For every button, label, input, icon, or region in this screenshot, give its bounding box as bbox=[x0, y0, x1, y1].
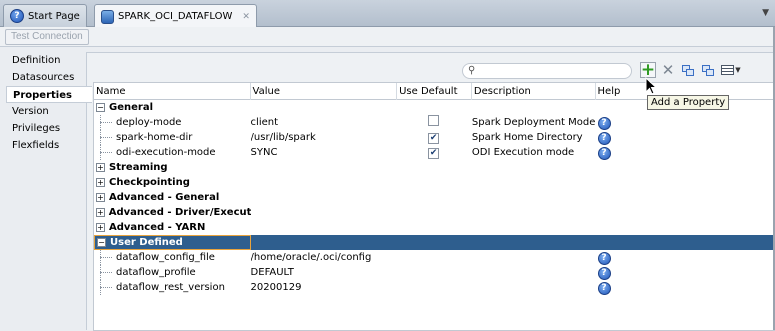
add-property-tooltip: Add a Property bbox=[647, 95, 730, 110]
expand-icon[interactable]: + bbox=[96, 223, 105, 232]
tab-start-page[interactable]: ? Start Page bbox=[3, 4, 87, 27]
expand-icon[interactable]: + bbox=[96, 208, 105, 217]
table-row[interactable]: + Advanced - Driver/Executo bbox=[94, 205, 775, 220]
table-row[interactable]: odi-execution-mode SYNC ✔ ODI Execution … bbox=[94, 145, 775, 160]
nav-item-privileges[interactable]: Privileges bbox=[6, 120, 86, 137]
nav-item-definition[interactable]: Definition bbox=[6, 52, 86, 69]
group-name: Checkpointing bbox=[109, 177, 190, 188]
help-icon: ? bbox=[10, 9, 24, 23]
side-navigation: Definition Datasources Properties Versio… bbox=[6, 52, 92, 154]
search-input[interactable]: ⚲ bbox=[462, 63, 632, 79]
property-value[interactable]: 20200129 bbox=[251, 280, 398, 295]
property-name: odi-execution-mode bbox=[116, 147, 216, 158]
expand-icon[interactable]: + bbox=[96, 163, 105, 172]
help-icon[interactable]: ? bbox=[597, 267, 611, 280]
columns-icon[interactable]: ▼ bbox=[720, 62, 742, 78]
table-row-selected[interactable]: − User Defined bbox=[94, 235, 775, 250]
close-icon[interactable]: ✕ bbox=[242, 12, 250, 22]
table-row[interactable]: deploy-mode client Spark Deployment Mode… bbox=[94, 115, 775, 130]
mouse-cursor-icon bbox=[645, 77, 657, 95]
expand-icon[interactable]: + bbox=[96, 193, 105, 202]
tab-label: Start Page bbox=[28, 10, 80, 22]
column-header-description[interactable]: Description bbox=[472, 83, 596, 100]
group-name: Streaming bbox=[109, 162, 168, 173]
property-description: ODI Execution mode bbox=[471, 147, 575, 158]
use-default-checkbox[interactable]: ✔ bbox=[428, 133, 440, 144]
property-value[interactable]: client bbox=[251, 115, 398, 130]
table-row[interactable]: + Streaming bbox=[94, 160, 775, 175]
editor-tab-bar: ? Start Page SPARK_OCI_DATAFLOW ✕ ▼ bbox=[0, 0, 775, 28]
add-icon[interactable]: + bbox=[640, 60, 656, 80]
nav-item-version[interactable]: Version bbox=[6, 103, 86, 120]
property-description: Spark Deployment Mode bbox=[471, 117, 596, 128]
use-default-checkbox[interactable]: ✔ bbox=[428, 148, 440, 159]
property-name: dataflow_profile bbox=[116, 267, 196, 278]
table-row[interactable]: spark-home-dir /usr/lib/spark ✔ Spark Ho… bbox=[94, 130, 775, 145]
property-value[interactable]: /usr/lib/spark bbox=[251, 130, 398, 145]
tab-label: SPARK_OCI_DATAFLOW bbox=[118, 11, 233, 22]
property-name: dataflow_rest_version bbox=[116, 282, 225, 293]
column-header-value[interactable]: Value bbox=[251, 83, 398, 100]
tab-spark-oci-dataflow[interactable]: SPARK_OCI_DATAFLOW ✕ bbox=[94, 4, 257, 28]
property-description bbox=[472, 265, 596, 280]
table-row[interactable]: dataflow_rest_version 20200129 ? bbox=[94, 280, 775, 295]
collapse-icon[interactable]: − bbox=[96, 103, 105, 112]
database-icon bbox=[101, 9, 114, 24]
property-value[interactable]: SYNC bbox=[251, 145, 398, 160]
group-name: Advanced - YARN bbox=[109, 222, 206, 233]
table-row[interactable]: + Checkpointing bbox=[94, 175, 775, 190]
properties-table: Name Value Use Default Description Help … bbox=[93, 82, 775, 331]
property-description bbox=[472, 280, 596, 295]
help-icon[interactable]: ? bbox=[597, 147, 611, 160]
property-name: dataflow_config_file bbox=[116, 252, 215, 263]
group-name: User Defined bbox=[110, 237, 183, 248]
group-name: Advanced - General bbox=[109, 192, 220, 203]
group-name: General bbox=[109, 102, 153, 113]
help-icon[interactable]: ? bbox=[597, 282, 611, 295]
property-name: deploy-mode bbox=[116, 117, 182, 128]
table-row[interactable]: + Advanced - YARN bbox=[94, 220, 775, 235]
chevron-down-icon[interactable]: ▼ bbox=[762, 8, 769, 18]
test-connection-button[interactable]: Test Connection bbox=[5, 29, 89, 45]
copy-icon[interactable] bbox=[680, 62, 696, 78]
editor-toolbar: Test Connection bbox=[0, 27, 775, 47]
property-description bbox=[472, 250, 596, 265]
collapse-icon[interactable]: − bbox=[97, 238, 106, 247]
search-icon: ⚲ bbox=[468, 65, 476, 76]
property-name: spark-home-dir bbox=[116, 132, 193, 143]
help-icon[interactable]: ? bbox=[597, 132, 611, 145]
nav-item-datasources[interactable]: Datasources bbox=[6, 69, 86, 86]
property-description: Spark Home Directory bbox=[471, 132, 583, 143]
column-header-use-default[interactable]: Use Default bbox=[397, 83, 472, 100]
expand-icon[interactable]: + bbox=[96, 178, 105, 187]
delete-icon[interactable]: ✕ bbox=[660, 61, 676, 79]
group-name: Advanced - Driver/Executo bbox=[108, 207, 251, 218]
nav-item-flexfields[interactable]: Flexfields bbox=[6, 137, 86, 154]
table-row[interactable]: dataflow_profile DEFAULT ? bbox=[94, 265, 775, 280]
use-default-checkbox[interactable] bbox=[428, 115, 440, 126]
nav-item-properties[interactable]: Properties bbox=[6, 86, 92, 103]
help-icon[interactable]: ? bbox=[597, 117, 611, 130]
property-value[interactable]: /home/oracle/.oci/config bbox=[251, 250, 398, 265]
column-header-name[interactable]: Name bbox=[94, 83, 251, 100]
property-value[interactable]: DEFAULT bbox=[251, 265, 398, 280]
paste-icon[interactable] bbox=[700, 62, 716, 78]
table-row[interactable]: dataflow_config_file /home/oracle/.oci/c… bbox=[94, 250, 775, 265]
properties-panel: ⚲ + ✕ ▼ Name Value Use Default Descripti… bbox=[86, 52, 775, 331]
table-row[interactable]: + Advanced - General bbox=[94, 190, 775, 205]
help-icon[interactable]: ? bbox=[597, 252, 611, 265]
